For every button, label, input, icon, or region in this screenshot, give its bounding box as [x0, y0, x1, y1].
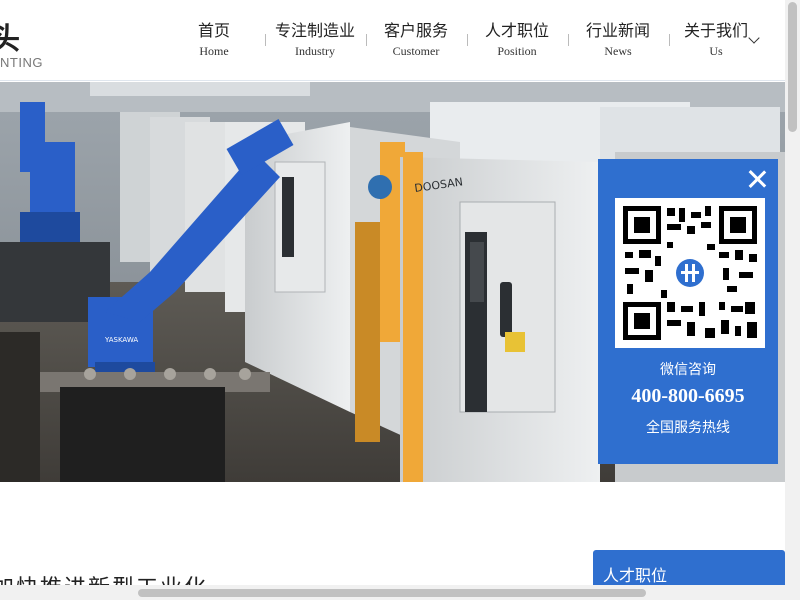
nav-customer-label: 客户服务 [383, 21, 448, 40]
nav-news[interactable]: 行业新闻 News [570, 18, 666, 58]
hotline-number[interactable]: 400-800-6695 [598, 385, 778, 408]
position-card-title: 人才职位 [603, 566, 668, 585]
logo[interactable]: 头 [0, 14, 20, 58]
nav-home-label: 首页 [197, 21, 230, 40]
nav-home-en: Home [199, 44, 229, 58]
nav-position[interactable]: 人才职位 Position [469, 18, 565, 58]
horizontal-scroll-thumb[interactable] [138, 589, 646, 597]
vertical-scrollbar[interactable] [785, 0, 800, 600]
nav-home[interactable]: 首页 Home [166, 18, 262, 58]
vertical-scroll-thumb[interactable] [788, 2, 797, 132]
consult-panel: 微信咨询 400-800-6695 全国服务热线 [598, 159, 778, 464]
horizontal-scrollbar[interactable] [0, 585, 785, 600]
qr-code [615, 198, 765, 348]
nav-about-en: Us [709, 44, 723, 58]
nav-news-label: 行业新闻 [585, 21, 650, 40]
nav-industry-label: 专注制造业 [274, 21, 355, 40]
nav-divider [265, 34, 266, 46]
nav-customer[interactable]: 客户服务 Customer [368, 18, 464, 58]
nav-industry[interactable]: 专注制造业 Industry [267, 18, 363, 58]
nav-position-label: 人才职位 [484, 21, 549, 40]
logo-subtitle: NTING [0, 55, 43, 70]
hotline-label: 全国服务热线 [646, 420, 730, 436]
close-icon[interactable] [746, 168, 768, 190]
site-header: 头 NTING 首页 Home 专注制造业 Industry 客户服务 Cust… [0, 0, 785, 81]
nav-divider [366, 34, 367, 46]
scrollbar-corner [785, 585, 800, 600]
nav-divider [568, 34, 569, 46]
nav-divider [467, 34, 468, 46]
nav-customer-en: Customer [392, 44, 440, 58]
nav-position-en: Position [497, 44, 537, 58]
nav-industry-en: Industry [295, 44, 335, 58]
robot-brand: YASKAWA [104, 336, 138, 344]
nav-news-en: News [604, 44, 632, 58]
wechat-consult-label: 微信咨询 [660, 362, 716, 378]
